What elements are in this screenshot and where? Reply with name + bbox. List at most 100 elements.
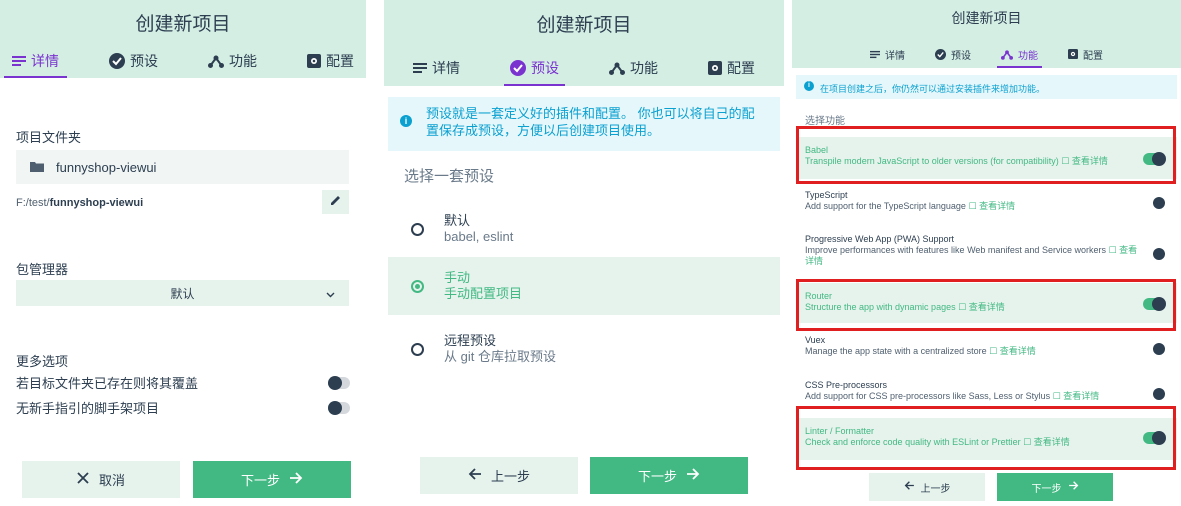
gear-box-icon [708,61,722,75]
pwa-toggle[interactable] [1153,248,1165,260]
tab-label: 详情 [885,50,905,62]
package-manager-label: 包管理器 [16,262,69,277]
more-info-link[interactable]: 查看详情 [1000,346,1036,356]
page-title: 创建新项目 [135,14,231,35]
tab-features[interactable]: 功能 [997,42,1042,68]
tab-presets[interactable]: 预设 [101,46,166,78]
select-value: 默认 [170,286,195,301]
tab-presets[interactable]: 预设 [504,52,565,86]
folder-input[interactable]: funnyshop-viewui [16,150,349,184]
tab-config[interactable]: 配置 [702,52,761,86]
preset-manual[interactable]: 手动 手动配置项目 [388,257,780,315]
tab-label: 预设 [130,53,158,69]
typescript-toggle[interactable] [1153,197,1165,209]
gear-box-icon [307,54,321,68]
overwrite-toggle[interactable] [328,375,350,390]
feature-desc: Improve performances with features like … [805,245,1145,267]
tab-presets[interactable]: 预设 [931,42,975,68]
tab-details[interactable]: 详情 [407,52,466,86]
tab-label: 功能 [229,53,257,69]
tab-details[interactable]: 详情 [4,46,67,78]
prev-button[interactable]: 上一步 [869,473,985,501]
tab-details[interactable]: 详情 [866,42,909,68]
arrow-right-icon [1068,481,1079,493]
next-button[interactable]: 下一步 [193,461,351,498]
tab-bar: 详情 预设 功能 配置 [0,40,366,78]
feature-pwa[interactable]: Progressive Web App (PWA) Support Improv… [796,234,1177,274]
preset-name: 默认 [444,213,471,228]
button-label: 下一步 [1031,483,1062,495]
next-button[interactable]: 下一步 [590,457,748,494]
desc-text: Add support for the TypeScript language [805,201,966,211]
tab-label: 配置 [1083,50,1103,62]
highlight-box-linter [796,406,1176,470]
button-label: 上一步 [920,483,951,495]
fork-icon [609,61,625,75]
tab-config[interactable]: 配置 [299,46,362,78]
presets-panel: 创建新项目 详情 预设 功能 配置 i 预设就是一套定义好的插件和配置。 你也可… [384,0,784,506]
button-label: 下一步 [240,473,280,488]
package-manager-select[interactable]: 默认 [16,280,349,306]
highlight-box-babel [796,126,1176,184]
css-toggle[interactable] [1153,388,1165,400]
more-info-link[interactable]: 查看详情 [979,201,1015,211]
option-label: 无新手指引的脚手架项目 [16,401,160,416]
cancel-button[interactable]: 取消 [22,461,180,498]
option-label: 若目标文件夹已存在则将其覆盖 [16,376,199,391]
feature-typescript[interactable]: TypeScript Add support for the TypeScrip… [796,190,1177,222]
path-prefix: F:/test/ [16,197,50,209]
preset-remote[interactable]: 远程预设 从 git 仓库拉取预设 [388,320,780,378]
panel-header: 创建新项目 详情 预设 功能 配置 [384,0,784,86]
gear-box-icon [1068,49,1078,59]
tab-config[interactable]: 配置 [1064,42,1107,68]
more-options-label: 更多选项 [16,354,69,369]
radio-button[interactable] [411,342,424,356]
desc-text: Add support for CSS pre-processors like … [805,391,1051,401]
info-text: 预设就是一套定义好的插件和配置。 你也可以将自己的配置保存成预设，方便以后创建项… [426,106,755,138]
info-icon: i [804,81,814,91]
preset-name: 远程预设 [444,333,497,348]
features-info-banner: i 在项目创建之后，你仍然可以通过安装插件来增加功能。 [796,75,1177,99]
more-info-link[interactable]: 查看详情 [1063,391,1099,401]
prev-button[interactable]: 上一步 [420,457,578,494]
info-text: 在项目创建之后，你仍然可以通过安装插件来增加功能。 [820,84,1046,94]
radio-button[interactable] [411,222,424,236]
arrow-right-icon [687,468,700,483]
presets-info-banner: i 预设就是一套定义好的插件和配置。 你也可以将自己的配置保存成预设，方便以后创… [388,97,780,151]
folder-label: 项目文件夹 [16,130,82,145]
tab-features[interactable]: 功能 [200,46,265,78]
tab-bar: 详情 预设 功能 配置 [792,36,1181,68]
preset-default[interactable]: 默认 babel, eslint [388,200,780,258]
tab-bar: 详情 预设 功能 配置 [384,46,784,86]
list-icon [12,55,26,67]
vuex-toggle[interactable] [1153,343,1165,355]
no-guide-toggle[interactable] [328,400,350,415]
pencil-icon [330,193,341,211]
no-guide-option: 无新手指引的脚手架项目 [16,398,350,417]
panel-header: 创建新项目 详情 预设 功能 配置 [792,0,1181,68]
details-panel: 创建新项目 详情 预设 功能 配置 项目文件夹 funnyshop-viewui… [0,0,366,506]
folder-name: funnyshop-viewui [56,159,157,175]
next-button[interactable]: 下一步 [997,473,1113,501]
feature-name: TypeScript [805,190,848,200]
edit-path-button[interactable] [322,190,349,214]
feature-name: CSS Pre-processors [805,380,888,390]
preset-desc: babel, eslint [444,229,514,244]
section-title: 选择功能 [805,116,845,127]
feature-desc: Add support for the TypeScript language … [805,201,1145,212]
tab-features[interactable]: 功能 [603,52,664,86]
chevron-down-icon [326,287,335,301]
path-name: funnyshop-viewui [49,197,144,209]
feature-vuex[interactable]: Vuex Manage the app state with a central… [796,335,1177,367]
button-label: 下一步 [637,469,677,484]
highlight-box-router [796,279,1176,331]
preset-text: 远程预设 从 git 仓库拉取预设 [444,333,556,365]
list-icon [413,62,427,74]
radio-button[interactable] [411,279,424,293]
info-icon: i [400,115,412,127]
desc-text: Improve performances with features like … [805,245,1106,255]
tab-label: 预设 [531,60,559,76]
folder-icon [30,160,44,175]
button-label: 上一步 [490,469,530,484]
page-title: 创建新项目 [536,15,632,36]
